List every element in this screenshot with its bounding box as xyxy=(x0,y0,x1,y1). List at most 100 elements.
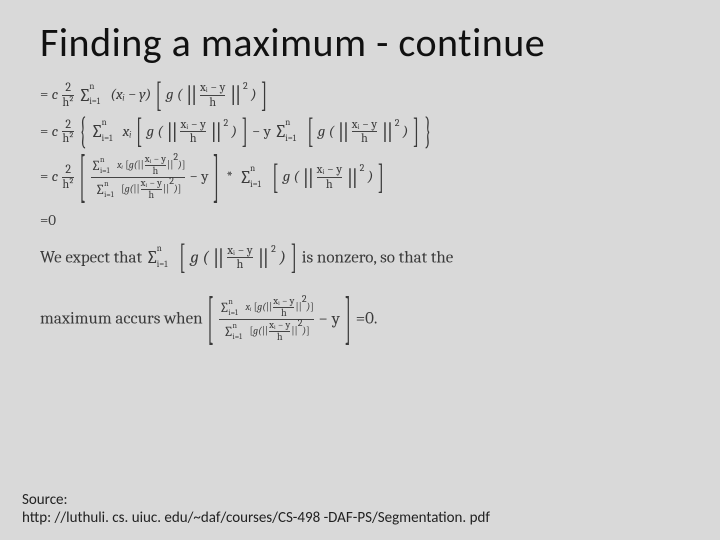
norm-bars-icon: || xyxy=(133,183,139,195)
norm-block: || xᵢ − y h || 2 xyxy=(213,244,276,273)
squared: 2 xyxy=(271,243,276,255)
squared: 2 xyxy=(224,117,229,129)
right-bracket-icon: ] xyxy=(310,301,314,313)
norm-block: || xᵢ − y h || 2 xyxy=(302,163,364,192)
sum-wrap: ∑i=1n xyxy=(146,244,175,271)
frac-num: 2 xyxy=(62,163,74,177)
sum-hi: n xyxy=(89,81,94,95)
equation-line-2: = c 2 h² { ∑i=1n xᵢ [ g ( || xᵢ − y h ||… xyxy=(40,118,680,147)
g-close: ) xyxy=(251,85,257,103)
page-title: Finding a maximum - continue xyxy=(40,18,680,67)
minus-y: − y xyxy=(319,310,340,329)
text-max: maximum accurs when xyxy=(40,310,206,329)
frac-2-over-h2: 2 h² xyxy=(62,163,74,192)
inner-frac: xᵢ − y h xyxy=(227,244,252,273)
inner-frac: xᵢ − y h xyxy=(180,118,205,147)
squared: 2 xyxy=(243,80,248,92)
squared: 2 xyxy=(302,293,307,305)
frac-2-over-h2: 2 h² xyxy=(62,81,74,110)
sum-icon: ∑i=1n xyxy=(239,164,252,191)
sum-icon: ∑i=1n xyxy=(146,244,159,271)
right-bracket-icon: ] xyxy=(213,134,219,220)
equals-lead: = xyxy=(40,121,52,139)
inner-num: xᵢ − y xyxy=(352,118,377,132)
big-frac-den: ∑i=1n [g(||xᵢ − yh||2)] xyxy=(219,319,313,343)
sum-hi: n xyxy=(250,163,255,177)
x-minus-y: (xᵢ − y) xyxy=(110,85,151,103)
sum-icon: ∑i=1n xyxy=(274,118,287,145)
sum-icon: ∑i=1n xyxy=(91,118,104,145)
minus-y: − y xyxy=(190,167,209,185)
slide: Finding a maximum - continue = c 2 h² ∑i… xyxy=(0,0,720,540)
sum-lo: i=1 xyxy=(100,167,110,176)
sum-lo: i=1 xyxy=(233,333,243,342)
left-bracket-icon: [ xyxy=(136,106,142,157)
right-bracket-icon: ] xyxy=(241,106,247,157)
g-close: ) xyxy=(403,121,409,139)
sum-wrap: ∑i=1n xyxy=(274,118,303,145)
right-bracket-icon: ] xyxy=(345,277,351,363)
coef-c: c xyxy=(52,121,59,139)
norm-bars-icon: || xyxy=(382,121,392,143)
sum-lo: i=1 xyxy=(250,179,261,193)
frac-num: 2 xyxy=(62,118,74,132)
squared: 2 xyxy=(298,317,303,329)
source-label: Source: xyxy=(22,491,490,510)
xi: xᵢ xyxy=(123,121,132,139)
right-bracket-icon: ] xyxy=(261,70,267,121)
frac-den: h² xyxy=(62,177,74,192)
norm-bars-icon: || xyxy=(186,84,196,106)
inner-frac: xᵢ − y h xyxy=(317,163,342,192)
sum-lo: i=1 xyxy=(89,96,100,110)
norm-bars-icon: || xyxy=(291,325,297,337)
g-open: g ( xyxy=(318,121,334,139)
xi: xᵢ xyxy=(117,159,123,171)
g-open: g ( xyxy=(166,85,182,103)
coef-c: c xyxy=(52,167,59,185)
norm-bars-icon: || xyxy=(166,121,176,143)
g-close: ) xyxy=(368,167,374,185)
right-bracket-icon: ] xyxy=(413,106,419,157)
sum-icon: ∑i=1n xyxy=(219,299,229,317)
frac-den: h² xyxy=(62,131,74,146)
sum-wrap: ∑i=1n xyxy=(91,118,120,145)
inner-den: h xyxy=(180,131,205,146)
inner-den: h xyxy=(269,331,290,343)
left-bracket-icon: [ xyxy=(156,70,162,121)
equals-lead: = xyxy=(40,85,52,103)
squared: 2 xyxy=(169,175,174,187)
text-nonzero: is nonzero, so that the xyxy=(302,248,454,267)
sum-hi: n xyxy=(228,298,232,307)
norm-block: || xᵢ − y h || 2 xyxy=(338,118,400,147)
sum-hi: n xyxy=(100,156,104,165)
g-open: g ( xyxy=(283,167,299,185)
sum-lo: i=1 xyxy=(102,133,113,147)
squared: 2 xyxy=(360,162,365,174)
norm-bars-icon: || xyxy=(137,159,143,171)
big-frac-num: ∑i=1n xᵢ [g(||xᵢ − yh||2)] xyxy=(219,296,313,319)
sum-lo: i=1 xyxy=(228,309,238,318)
text-expect-line: We expect that ∑i=1n [ g ( || xᵢ − y h |… xyxy=(40,244,680,273)
sum-lo: i=1 xyxy=(285,133,296,147)
source-url: http: //luthuli. cs. uiuc. edu/~daf/cour… xyxy=(22,509,490,528)
sum-hi: n xyxy=(104,180,108,189)
inner-den: h xyxy=(352,131,377,146)
sum-hi: n xyxy=(157,243,162,257)
big-frac: ∑i=1n xᵢ [g(||xᵢ − yh||2)] ∑i=1n [g(||xᵢ… xyxy=(219,296,313,343)
norm-bars-icon: || xyxy=(262,325,268,337)
big-frac-block: [ ∑i=1n xᵢ [g(||xᵢ − yh||2)] ∑i=1n [g(||… xyxy=(206,310,355,329)
text-expect: We expect that xyxy=(40,248,146,267)
inner-den: h xyxy=(273,307,294,319)
coef-c: c xyxy=(52,85,59,103)
inner-frac: xᵢ − y h xyxy=(352,118,377,147)
inner-den: h xyxy=(141,189,162,201)
squared: 2 xyxy=(173,151,178,163)
norm-block: || xᵢ − y h || 2 xyxy=(186,81,248,110)
sum-hi: n xyxy=(285,117,290,131)
inner-den: h xyxy=(200,95,225,110)
math-body: = c 2 h² ∑i=1n (xᵢ − y) [ g ( || xᵢ − y … xyxy=(40,81,680,343)
star-icon: * xyxy=(223,167,235,185)
left-bracket-icon: [ xyxy=(179,232,185,283)
equation-line-4: =0 xyxy=(40,209,680,232)
inner-den: h xyxy=(317,177,342,192)
